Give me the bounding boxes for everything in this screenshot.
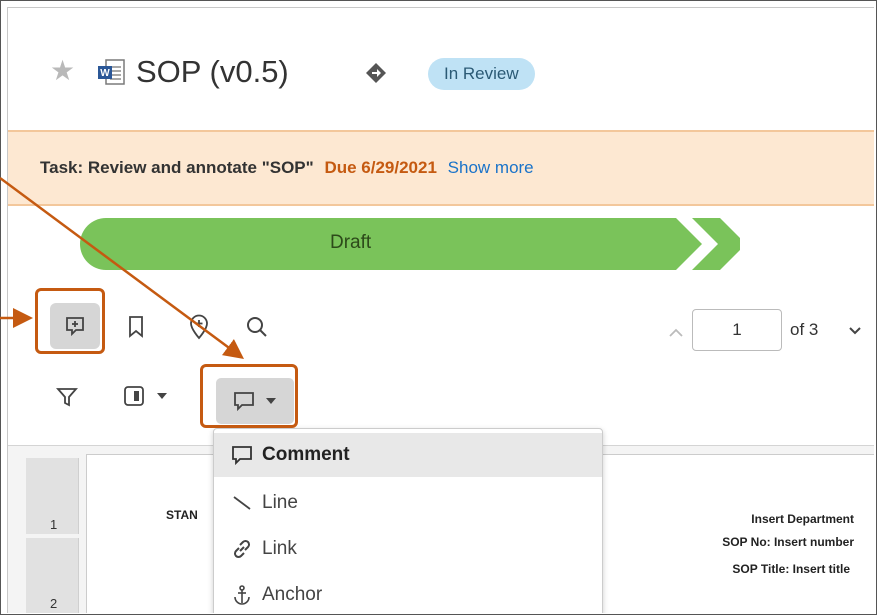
panel-layout-icon (124, 386, 144, 406)
word-document-icon: W (98, 59, 125, 85)
document-viewer: ★ W SOP (v0.5) In Review Task: Review an… (7, 7, 874, 613)
next-page-icon[interactable] (848, 326, 862, 336)
task-banner: Task: Review and annotate "SOP" Due 6/29… (8, 130, 874, 206)
stage-draft[interactable] (80, 218, 740, 270)
menu-item-line[interactable]: Line (214, 481, 602, 525)
bookmark-button[interactable] (122, 312, 150, 342)
filter-icon (56, 388, 78, 407)
title-row: ★ W SOP (v0.5) In Review (8, 8, 874, 130)
highlight-comment-dropdown (200, 364, 298, 428)
workflow-diamond-icon[interactable] (365, 62, 387, 84)
show-more-link[interactable]: Show more (448, 158, 534, 177)
layout-dropdown[interactable] (118, 380, 174, 412)
menu-item-link[interactable]: Link (214, 527, 602, 571)
favorite-star-icon[interactable]: ★ (50, 56, 80, 86)
map-pin-icon (190, 314, 208, 340)
search-button[interactable] (242, 312, 272, 342)
stage-draft-label: Draft (330, 232, 372, 253)
link-icon (230, 537, 254, 561)
sop-title-text: SOP Title: Insert title (732, 562, 850, 576)
department-text: Insert Department (751, 512, 854, 526)
caret-down-icon (157, 393, 167, 399)
lifecycle-progress: Draft (80, 218, 874, 270)
task-label: Task: Review and annotate "SOP" (40, 158, 314, 177)
highlight-annotate-button (35, 288, 105, 354)
task-due-date: Due 6/29/2021 (324, 158, 437, 177)
menu-item-comment[interactable]: Comment (214, 433, 602, 477)
page-thumbnail[interactable]: 1 (26, 458, 79, 534)
previous-page-icon[interactable] (668, 326, 684, 338)
anchor-icon (230, 583, 254, 607)
search-icon (247, 317, 267, 337)
document-title: SOP (v0.5) (136, 54, 289, 89)
page-thumbnail[interactable]: 2 (26, 538, 79, 613)
svg-text:W: W (100, 68, 110, 79)
comment-icon (230, 443, 254, 467)
menu-item-anchor[interactable]: Anchor (214, 573, 602, 613)
annotation-type-menu: Comment Line Link Anchor (213, 428, 603, 613)
page-count: of 3 (790, 320, 819, 339)
page-number-input[interactable] (692, 309, 782, 351)
status-badge: In Review (428, 58, 535, 90)
filter-button[interactable] (52, 382, 82, 412)
sop-number-text: SOP No: Insert number (722, 535, 854, 549)
line-icon (230, 491, 254, 515)
bookmark-icon (129, 316, 143, 338)
screenshot-frame: ★ W SOP (v0.5) In Review Task: Review an… (0, 0, 877, 615)
location-pin-button[interactable] (184, 312, 214, 342)
page-heading-text: STAN (166, 508, 198, 522)
